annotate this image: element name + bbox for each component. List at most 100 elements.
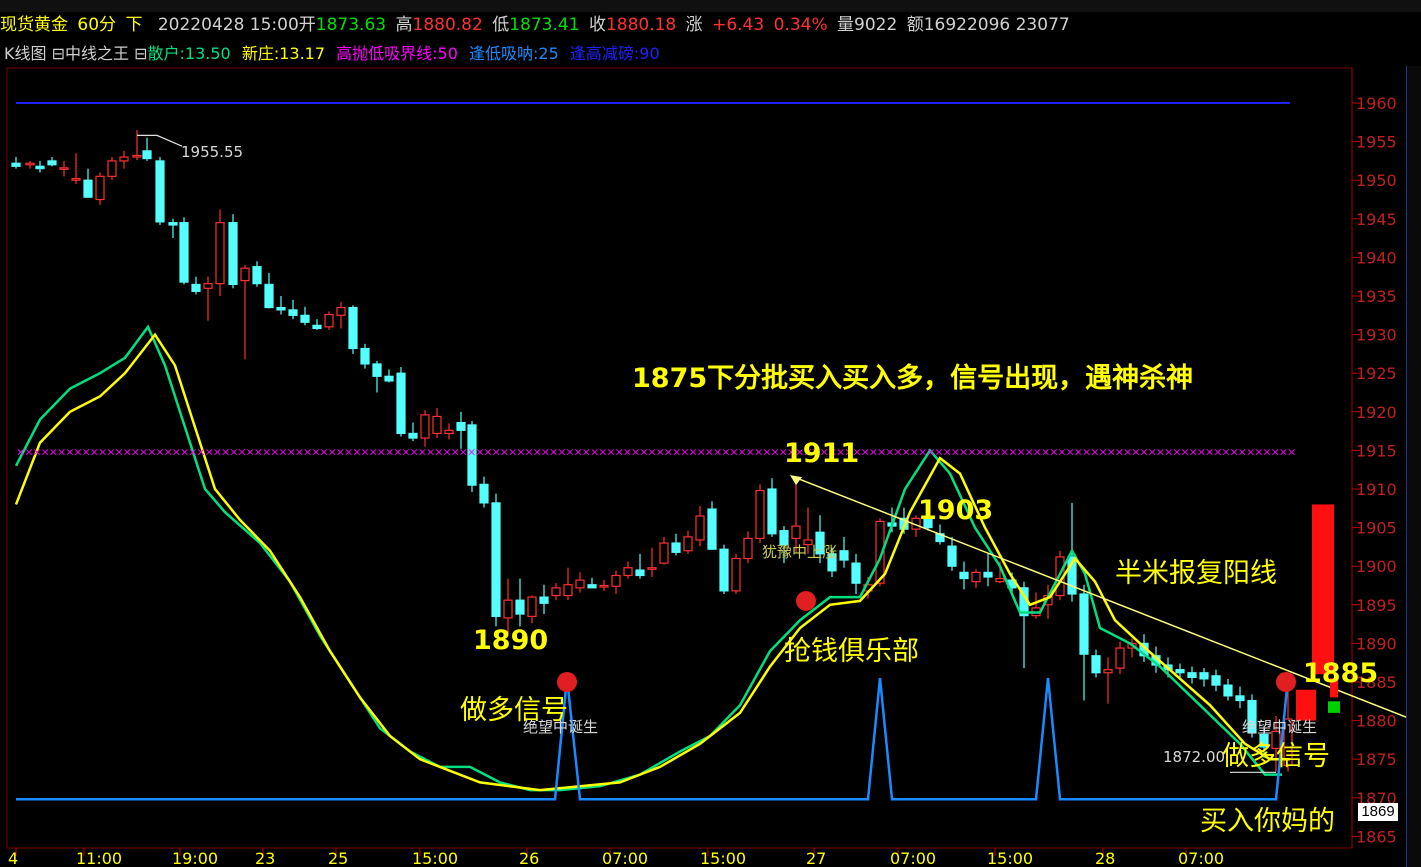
candle-down xyxy=(1211,675,1221,686)
long-signal-note-2: 做多信号 xyxy=(1222,741,1330,772)
buy-signal-dot xyxy=(796,590,816,611)
x-tick-label: 19:00 xyxy=(172,849,218,867)
change-value: +6.43 xyxy=(712,15,765,35)
label-1903: 1903 xyxy=(918,495,994,526)
candle-down xyxy=(408,432,418,439)
candle-down xyxy=(1091,655,1101,674)
direction-label: 下 xyxy=(125,15,143,35)
y-tick-label: 1920 xyxy=(1356,403,1397,422)
candle-up xyxy=(695,515,705,541)
x-tick-label: 07:00 xyxy=(890,849,936,867)
despair-label-1: 绝望中诞生 xyxy=(523,718,599,736)
y-tick-label: 1930 xyxy=(1356,326,1397,345)
candle-up xyxy=(240,267,250,282)
high-reduce-label: 逢高减磅: xyxy=(569,44,640,63)
candle-up xyxy=(647,567,657,570)
y-tick-label: 1900 xyxy=(1356,557,1397,576)
candle-down xyxy=(396,372,406,435)
candle-down xyxy=(312,324,322,330)
volume-value: 9022 xyxy=(854,15,898,35)
high-reduce-value: 90 xyxy=(639,44,660,63)
change-label: 涨 xyxy=(685,15,703,35)
candle-up xyxy=(71,178,81,181)
x-tick-label: 23 xyxy=(255,849,275,867)
current-price-tag: 1869 xyxy=(1358,803,1398,821)
dealer-label: 新庄: xyxy=(241,44,280,63)
collapse-icon[interactable]: ⊟ xyxy=(52,44,65,63)
low-label: 低 xyxy=(492,15,510,35)
candle-down xyxy=(360,347,370,365)
candle-down xyxy=(947,545,957,567)
candle-down xyxy=(491,502,501,617)
candle-up xyxy=(95,175,105,201)
candle-down xyxy=(839,550,849,561)
period-label[interactable]: 60分 xyxy=(77,15,116,35)
label-1911: 1911 xyxy=(784,438,860,469)
y-tick-label: 1950 xyxy=(1356,171,1397,190)
candle-up xyxy=(1103,669,1113,674)
candle-down xyxy=(142,150,152,160)
candle-down xyxy=(635,569,645,577)
x-tick-label: 4 xyxy=(8,849,18,867)
candle-down xyxy=(168,222,178,226)
chart-name[interactable]: K线图 xyxy=(4,44,47,63)
indicator-bar: K线图 ⊟中线之王 ⊟散户:13.50 新庄:13.17 高抛低吸界线:50 逢… xyxy=(0,42,1421,66)
grab-money-note: 抢钱俱乐部 xyxy=(784,636,919,667)
quote-header: 现货黄金 60分 下 20220428 15:00开1873.63 高1880.… xyxy=(0,12,1421,38)
despair-label-2: 绝望中诞生 xyxy=(1242,718,1318,736)
y-tick-label: 1865 xyxy=(1356,827,1397,846)
right-scrollbar[interactable] xyxy=(1406,66,1421,867)
candle-down xyxy=(851,562,861,584)
formula-name[interactable]: 中线之王 xyxy=(65,44,129,63)
boundary-value: 50 xyxy=(437,44,458,63)
candle-down xyxy=(587,584,597,589)
candle-up xyxy=(503,599,513,619)
candle-down xyxy=(671,542,681,553)
candle-up xyxy=(215,222,225,285)
candle-down xyxy=(11,162,21,167)
boundary-label: 高抛低吸界线: xyxy=(336,44,438,63)
candle-up xyxy=(59,167,69,170)
magenta-x-marker: × xyxy=(1287,445,1296,458)
candle-down xyxy=(1223,684,1233,697)
candle-up xyxy=(743,537,753,560)
high-marker-line xyxy=(137,134,183,147)
collapse-icon-2[interactable]: ⊟ xyxy=(134,44,147,63)
candle-up xyxy=(995,577,1005,583)
buy-note: 买入你妈的 xyxy=(1200,806,1335,837)
candle-up xyxy=(420,414,430,439)
candle-up xyxy=(599,584,609,588)
candle-down xyxy=(252,266,262,285)
candle-down xyxy=(515,599,525,615)
kline-chart[interactable]: 1960 1955 1950 1945 1940 1935 1930 1925 1920 1915… xyxy=(0,66,1421,867)
y-tick-label: 1955 xyxy=(1356,133,1397,152)
low-mark-label: 1872.00 xyxy=(1163,748,1226,766)
x-tick-label: 15:00 xyxy=(700,849,746,867)
candle-down xyxy=(479,483,489,504)
overlay: ××××××××××××××××××××××××××××××××××××××××… xyxy=(16,102,1420,773)
symbol-name: 现货黄金 xyxy=(0,15,68,35)
y-tick-label: 1945 xyxy=(1356,210,1397,229)
candle-down xyxy=(348,306,358,350)
candle-up xyxy=(336,306,346,316)
x-tick-label: 07:00 xyxy=(1178,849,1224,867)
candle-down xyxy=(719,548,729,592)
candle-up xyxy=(683,536,693,552)
candle-up xyxy=(971,571,981,583)
low-absorb-label: 逢低吸呐: xyxy=(469,44,539,63)
candle-up xyxy=(132,154,142,158)
y-tick-label: 1935 xyxy=(1356,287,1397,306)
candle-up xyxy=(755,489,765,540)
candle-up xyxy=(119,156,129,162)
candle-up xyxy=(623,567,633,577)
candle-down xyxy=(1199,672,1209,680)
candle-up xyxy=(444,429,454,435)
y-tick-label: 1910 xyxy=(1356,480,1397,499)
candle-up xyxy=(107,160,117,177)
x-tick-label: 25 xyxy=(328,849,348,867)
candle-down xyxy=(983,571,993,578)
candle-down xyxy=(47,160,57,166)
open-value: 1873.63 xyxy=(315,15,387,35)
y-axis: 1960 1955 1950 1945 1940 1935 1930 1925 1920 1915… xyxy=(1352,94,1397,846)
candle-up xyxy=(527,596,537,617)
